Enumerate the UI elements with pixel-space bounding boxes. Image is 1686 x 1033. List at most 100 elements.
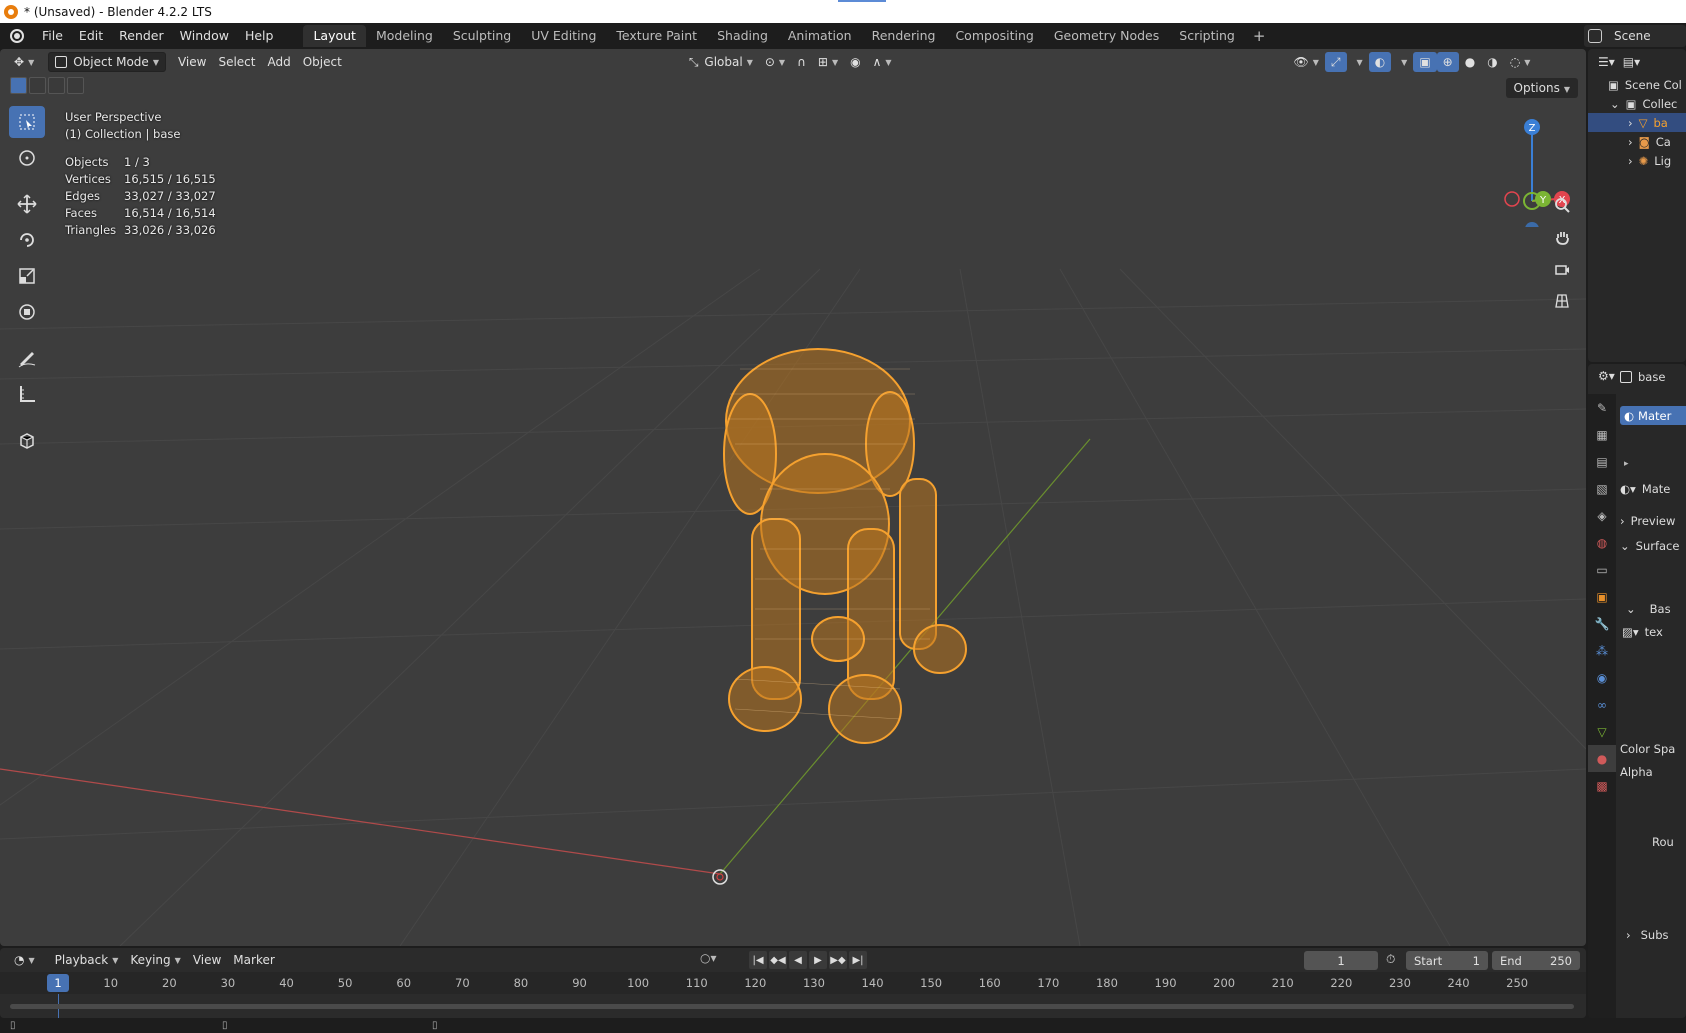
pan-hand-icon[interactable] [1550,225,1574,249]
timeline-editor-type[interactable]: ◔ ▼ [8,950,41,970]
add-cube-tool[interactable] [9,424,45,456]
play-icon[interactable]: ▶ [809,951,827,969]
scene-selector[interactable]: Scene [1584,25,1686,47]
preview-range-icon[interactable]: ⏱ [1386,952,1395,967]
overlay-dropdown[interactable]: ▼ [1391,52,1413,72]
measure-tool[interactable] [9,378,45,410]
properties-editor-icon[interactable]: ⚙▾ [1598,369,1615,383]
timeline-menu-marker[interactable]: Marker [227,950,280,970]
3d-viewport[interactable]: ✥ ▼ Object Mode ▼ View Select Add Object ⤡… [0,49,1586,946]
select-subtract-button[interactable] [48,77,65,94]
tab-compositing[interactable]: Compositing [945,25,1043,47]
overlay-toggle[interactable]: ◐ [1368,52,1392,72]
pivot-point-button[interactable]: ⊙ ▼ [759,52,791,72]
texture-properties-icon[interactable]: ▩ [1588,772,1616,799]
shading-material-button[interactable]: ◑ [1481,52,1503,72]
end-frame-field[interactable]: End 250 [1492,951,1580,970]
base-color-row[interactable]: ⌄ Bas [1626,602,1671,616]
transform-orientation-selector[interactable]: ⤡ Global ▼ [683,52,759,72]
particles-properties-icon[interactable]: ⁂ [1588,637,1616,664]
snap-toggle-button[interactable]: ∩ [791,52,812,72]
mode-selector[interactable]: Object Mode ▼ [48,52,166,72]
viewport-menu-select[interactable]: Select [212,52,261,72]
expand-chevron-icon[interactable]: › [1628,116,1633,130]
tab-animation[interactable]: Animation [778,25,862,47]
timeline-scrollbar[interactable] [10,1004,1574,1009]
preview-panel-header[interactable]: › Preview [1620,514,1675,528]
slot-expand-icon[interactable]: ▸ [1624,459,1629,469]
auto-keying-icon[interactable]: ○▾ [700,951,717,965]
world-properties-icon[interactable]: ◍ [1588,529,1616,556]
tool-properties-icon[interactable]: ✎ [1588,394,1616,421]
prev-keyframe-icon[interactable]: ◆◀ [769,951,787,969]
expand-chevron-icon[interactable]: ⌄ [1610,97,1620,111]
tab-scripting[interactable]: Scripting [1169,25,1245,47]
object-properties-icon[interactable]: ▣ [1588,583,1616,610]
tab-texture-paint[interactable]: Texture Paint [606,25,707,47]
timeline-ruler[interactable]: 1 10 20 30 40 50 60 70 80 90 100 110 120 130 140 150 16… [0,972,1586,994]
viewport-menu-add[interactable]: Add [261,52,296,72]
timeline-menu-keying[interactable]: Keying ▼ [124,950,186,970]
gizmo-toggle[interactable]: ⤢ [1324,52,1347,72]
menu-window[interactable]: Window [172,23,237,49]
rotate-tool[interactable] [9,224,45,256]
outliner-row-base[interactable]: › ▽ ba [1588,113,1686,132]
render-properties-icon[interactable]: ▦ [1588,421,1616,448]
start-frame-field[interactable]: Start 1 [1406,951,1488,970]
material-slot-row[interactable]: ◐ Mater [1620,406,1686,425]
annotate-tool[interactable] [9,342,45,374]
tab-geometry-nodes[interactable]: Geometry Nodes [1044,25,1169,47]
xray-toggle[interactable]: ▣ [1413,52,1437,72]
image-texture-row[interactable]: ▨▾ tex [1622,625,1663,639]
viewport-menu-view[interactable]: View [172,52,212,72]
outliner-row-collection[interactable]: ⌄ ▣ Collec [1588,94,1686,113]
blender-menu-icon[interactable] [0,23,34,49]
tab-rendering[interactable]: Rendering [862,25,946,47]
scene-properties-icon[interactable]: ◈ [1588,502,1616,529]
zoom-icon[interactable] [1550,193,1574,217]
snap-target-button[interactable]: ⊞ ▼ [812,52,844,72]
select-invert-button[interactable] [67,77,84,94]
current-frame-field[interactable]: 1 [1304,951,1378,970]
data-properties-icon[interactable]: ▽ [1588,718,1616,745]
tab-shading[interactable]: Shading [707,25,778,47]
proportional-edit-button[interactable]: ◉ [844,52,866,72]
menu-edit[interactable]: Edit [71,23,111,49]
shading-wireframe-button[interactable]: ⊕ [1436,52,1459,72]
view-layer-properties-icon[interactable]: ▧ [1588,475,1616,502]
select-new-button[interactable] [10,77,27,94]
move-tool[interactable] [9,188,45,220]
shading-solid-button[interactable]: ● [1459,52,1481,72]
perspective-grid-icon[interactable] [1550,289,1574,313]
editor-type-selector[interactable]: ✥ ▼ [8,52,40,72]
outliner-editor-icon[interactable]: ☰▾ [1598,55,1615,69]
timeline-menu-view[interactable]: View [187,950,227,970]
menu-file[interactable]: File [34,23,71,49]
options-dropdown[interactable]: Options ▼ [1505,78,1578,98]
tab-layout[interactable]: Layout [303,25,366,47]
camera-view-icon[interactable] [1550,257,1574,281]
visibility-selector[interactable]: 👁 ▼ [1288,52,1325,72]
outliner-row-camera[interactable]: › ◙ Ca [1588,132,1686,151]
output-properties-icon[interactable]: ▤ [1588,448,1616,475]
material-selector[interactable]: ◐▾ Mate [1620,482,1670,496]
surface-panel-header[interactable]: ⌄ Surface [1620,539,1679,553]
transform-tool[interactable] [9,296,45,328]
tab-modeling[interactable]: Modeling [366,25,443,47]
gizmo-dropdown[interactable]: ▼ [1347,52,1369,72]
select-extend-button[interactable] [29,77,46,94]
timeline-menu-playback[interactable]: Playback ▼ [49,950,125,970]
expand-chevron-icon[interactable]: › [1628,135,1633,149]
falloff-button[interactable]: ∧ ▼ [867,52,898,72]
next-keyframe-icon[interactable]: ▶◆ [829,951,847,969]
menu-help[interactable]: Help [237,23,282,49]
play-reverse-icon[interactable]: ◀ [789,951,807,969]
subsurface-panel-header[interactable]: › Subs [1626,928,1669,942]
viewport-menu-object[interactable]: Object [297,52,348,72]
modifier-properties-icon[interactable]: 🔧 [1588,610,1616,637]
cursor-tool[interactable] [9,142,45,174]
select-box-tool[interactable] [9,106,45,138]
jump-end-icon[interactable]: ▶| [849,951,867,969]
expand-chevron-icon[interactable]: › [1628,154,1633,168]
constraints-properties-icon[interactable]: ∞ [1588,691,1616,718]
